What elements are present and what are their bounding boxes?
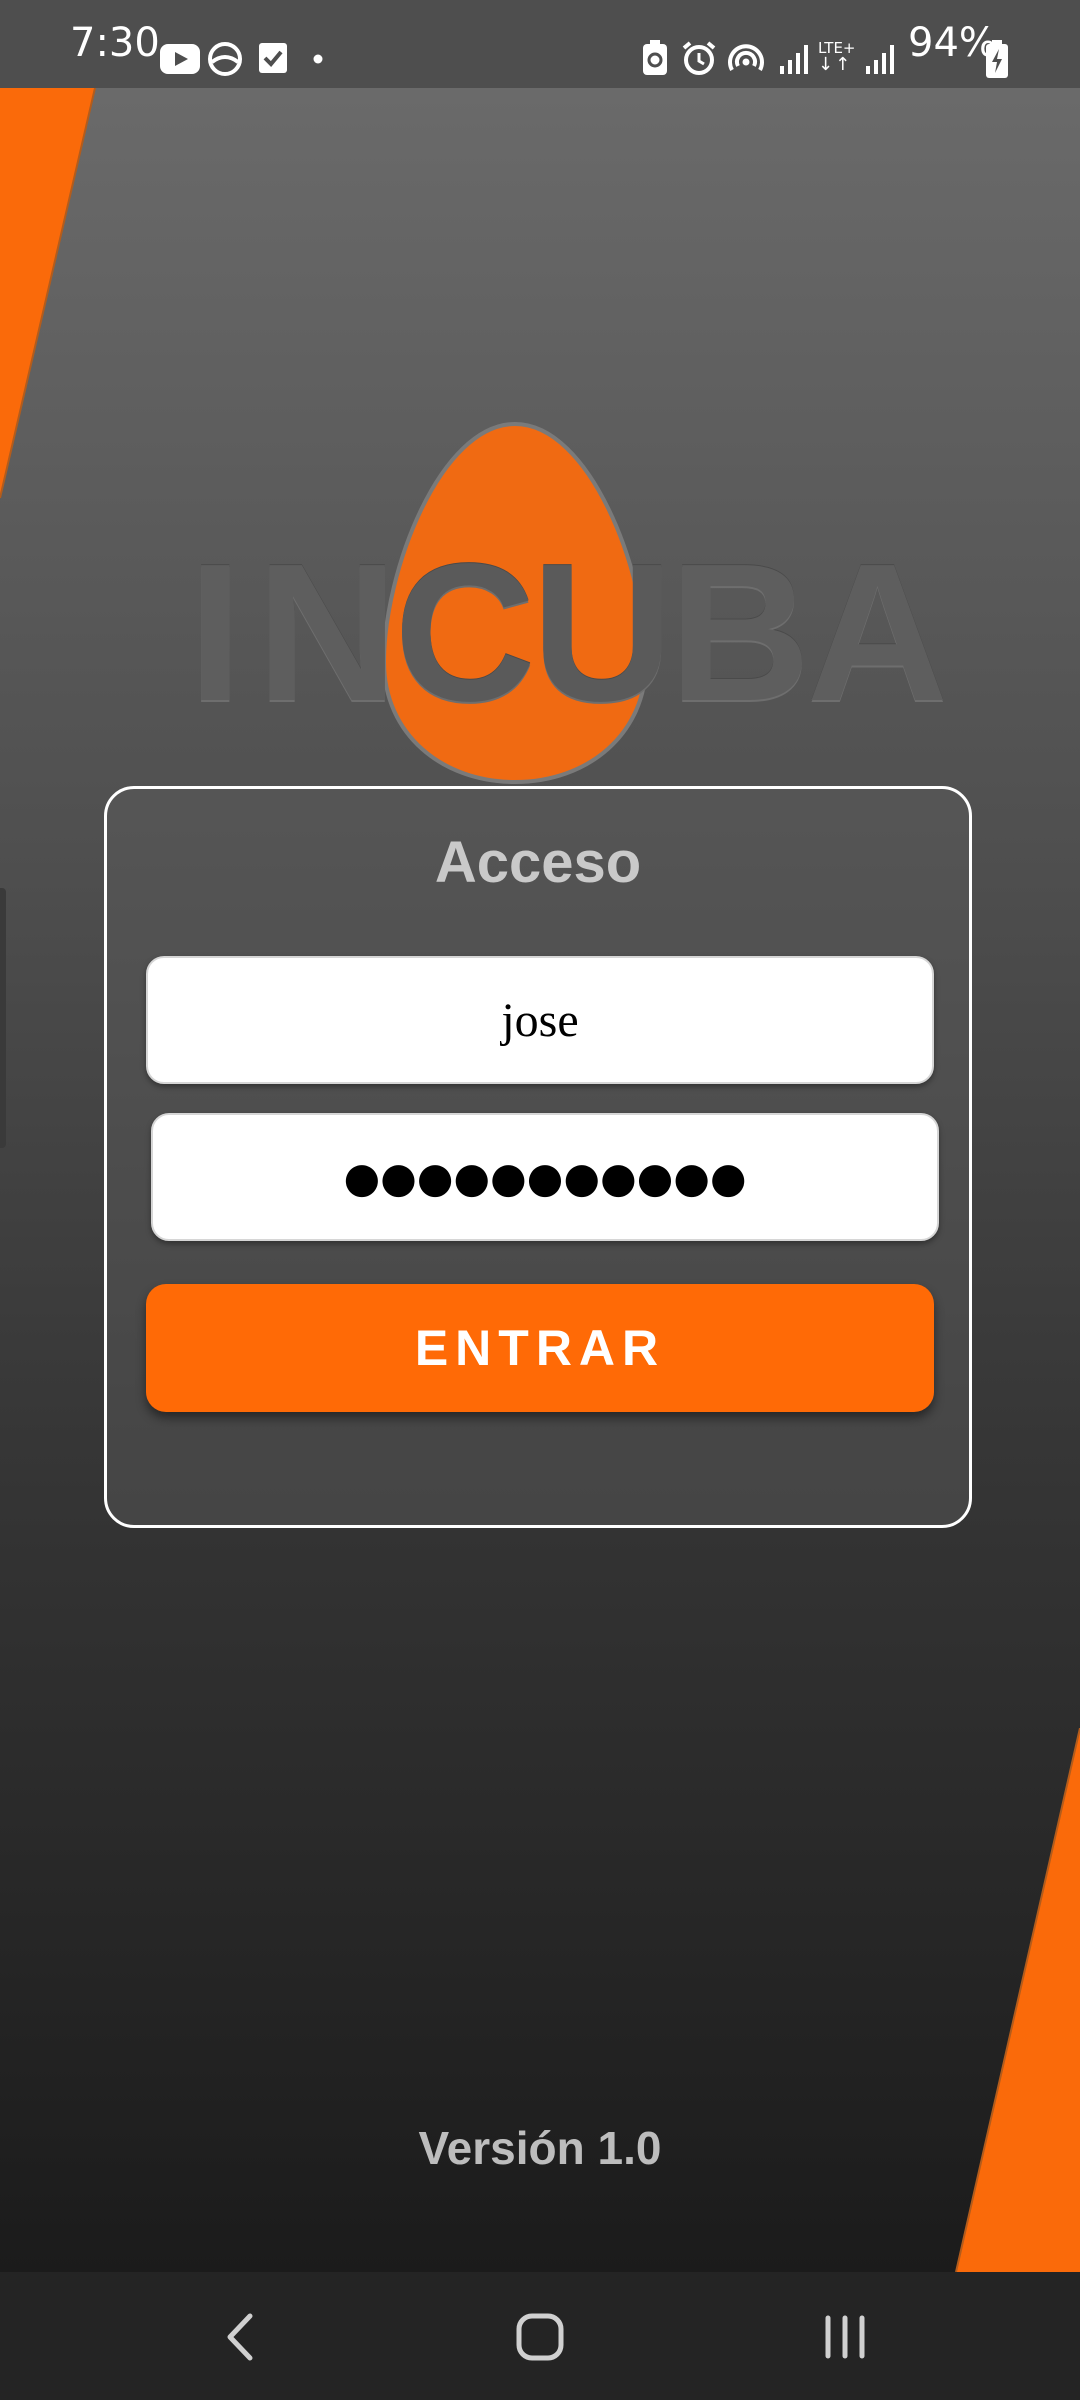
battery-saver-icon [643,40,667,75]
hotspot-icon [728,44,764,71]
home-button[interactable] [500,2302,580,2372]
login-screen: I N C U B A Acceso jose ●●●●●●●●●●● ENTR… [0,88,1080,2272]
decor-stripe-bottom-right [955,1728,1080,2272]
signal-icon [780,45,808,74]
logo-letter: B [669,523,811,742]
logo-letter: N [256,523,398,742]
logo-letter: U [531,523,674,742]
username-value: jose [501,993,579,1047]
recents-icon [825,2315,865,2359]
status-time: 7:30 [70,20,160,66]
signal-icon [866,45,894,74]
password-mask: ●●●●●●●●●●● [343,1152,747,1202]
login-button[interactable]: ENTRAR [146,1284,934,1412]
dot-icon [313,54,323,64]
username-field[interactable]: jose [146,956,934,1084]
login-card: Acceso jose ●●●●●●●●●●● ENTRAR [104,786,972,1528]
lte-icon: LTE+ ↓↑ [818,39,856,75]
checkbox-icon [259,43,287,73]
recents-button[interactable] [805,2302,885,2372]
edge-panel-handle[interactable] [0,888,6,1148]
battery-percent: 94% [908,20,997,66]
navigation-bar [0,2272,1080,2400]
status-bar: 7:30 LTE+ ↓↑ 94% [0,0,1080,88]
home-icon [516,2313,564,2361]
back-icon [227,2313,253,2361]
password-field[interactable]: ●●●●●●●●●●● [151,1113,939,1241]
youtube-icon [160,44,200,74]
logo-letter: C [394,523,536,742]
logo-wordmark: I N C U B A [180,523,948,742]
logo-letter: A [806,523,949,742]
battery-charging-icon [986,40,1008,78]
decor-stripe-top-left [0,88,96,499]
login-title: Acceso [434,830,642,895]
browser-icon [208,42,242,76]
back-button[interactable] [200,2302,280,2372]
incuba-logo: I N C U B A [180,328,948,798]
version-label: Versión 1.0 [418,2122,662,2174]
logo-letter: I [188,523,243,742]
alarm-icon [682,41,716,75]
